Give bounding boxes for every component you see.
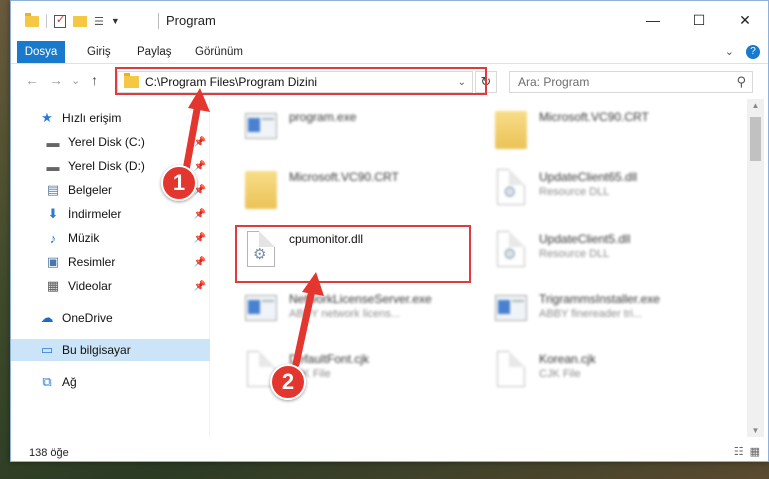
sidebar-item-pictures[interactable]: ▣ Resimler 📌 (11, 251, 210, 273)
list-item[interactable]: Microsoft.VC90.CRT (241, 167, 481, 225)
dll-icon: ⚙ (491, 167, 531, 215)
window-title: Program (166, 13, 216, 28)
sidebar-item-downloads[interactable]: ⬇ İndirmeler 📌 (11, 203, 210, 225)
pin-icon[interactable]: 📌 (194, 257, 206, 268)
item-count: 138 öğe (29, 447, 69, 459)
details-view-icon[interactable]: ☷ (734, 445, 744, 458)
pin-icon[interactable]: 📌 (194, 161, 206, 172)
pin-icon[interactable]: 📌 (194, 233, 206, 244)
sidebar-item-network[interactable]: ⧉ Ağ (11, 371, 210, 393)
explorer-window: ☰ ▼ Program — ☐ ✕ Dosya Giriş Paylaş Gör… (10, 0, 769, 462)
list-item[interactable]: ⚙ UpdateClient5.dll Resource DLL (491, 229, 731, 287)
exe-settings-icon (241, 107, 281, 155)
pin-icon[interactable]: 📌 (194, 281, 206, 292)
documents-icon: ▤ (46, 182, 60, 197)
file-icon (491, 349, 531, 397)
tab-share[interactable]: Paylaş (127, 41, 182, 63)
sidebar-item-label: Hızlı erişim (62, 111, 122, 125)
close-button[interactable]: ✕ (722, 1, 768, 39)
properties-icon[interactable] (54, 13, 66, 28)
pin-icon[interactable]: 📌 (194, 137, 206, 148)
list-item[interactable]: Korean.cjk CJK File (491, 349, 731, 407)
view-icon[interactable]: ☰ (94, 15, 104, 28)
new-folder-icon[interactable] (73, 15, 87, 27)
list-item[interactable]: NetworkLicenseServer.exe ABBY network li… (241, 289, 481, 347)
videos-icon: ▦ (46, 278, 60, 293)
status-bar: 138 öğe ☷ ▦ (11, 441, 768, 463)
ribbon-tabs: Dosya Giriş Paylaş Görünüm ⌄ ? (11, 39, 768, 64)
drive-icon: ▬ (46, 134, 60, 150)
sidebar-item-videos[interactable]: ▦ Videolar 📌 (11, 275, 210, 297)
sidebar-item-label: Bu bilgisayar (62, 343, 131, 357)
address-highlight-box (115, 67, 487, 95)
folder-icon (491, 107, 531, 155)
dll-icon: ⚙ (491, 229, 531, 277)
scroll-down-icon[interactable]: ▼ (747, 426, 764, 435)
step-badge-2: 2 (270, 364, 306, 400)
divider (46, 14, 47, 28)
back-button[interactable]: ← (25, 72, 39, 88)
pin-icon[interactable]: 📌 (194, 209, 206, 220)
list-item[interactable]: program.exe (241, 107, 481, 165)
search-input[interactable] (510, 72, 710, 92)
tab-home[interactable]: Giriş (77, 41, 121, 63)
scrollbar-thumb[interactable] (750, 117, 761, 161)
navigation-pane: ★ Hızlı erişim ▬ Yerel Disk (C:) 📌 ▬ Yer… (11, 99, 210, 437)
scroll-up-icon[interactable]: ▲ (747, 101, 764, 110)
computer-icon: ▭ (40, 342, 54, 357)
music-icon: ♪ (49, 230, 57, 246)
sidebar-item-label: Videolar (68, 279, 112, 293)
sidebar-item-label: OneDrive (62, 311, 113, 325)
sidebar-item-label: Resimler (68, 255, 116, 269)
cloud-icon: ☁ (40, 310, 54, 325)
pictures-icon: ▣ (46, 254, 60, 269)
chevron-down-icon[interactable]: ▼ (111, 16, 120, 26)
sidebar-item-music[interactable]: ♪ Müzik 📌 (11, 227, 210, 249)
vertical-scrollbar[interactable]: ▲ ▼ (747, 99, 764, 437)
sidebar-item-onedrive[interactable]: ☁ OneDrive (11, 307, 210, 329)
minimize-button[interactable]: — (630, 1, 676, 39)
star-icon: ★ (41, 110, 53, 125)
sidebar-item-quick-access[interactable]: ★ Hızlı erişim (11, 107, 210, 129)
maximize-button[interactable]: ☐ (676, 1, 722, 39)
list-item[interactable]: Microsoft.VC90.CRT (491, 107, 731, 165)
ribbon-help: ⌄ ? (725, 45, 760, 59)
up-button[interactable]: ↑ (91, 72, 98, 88)
tiles-view-icon[interactable]: ▦ (750, 445, 760, 458)
exe-icon (491, 289, 531, 337)
tab-file[interactable]: Dosya (17, 41, 65, 63)
drive-icon: ▬ (46, 158, 60, 174)
help-icon[interactable]: ? (746, 45, 760, 59)
sidebar-item-label: Yerel Disk (C:) (68, 135, 145, 149)
download-icon: ⬇ (47, 206, 59, 221)
quick-access-toolbar: ☰ ▼ (25, 12, 120, 28)
divider (158, 13, 159, 29)
folder-icon (25, 12, 39, 27)
sidebar-item-label: Ağ (62, 375, 77, 389)
window-controls: — ☐ ✕ (630, 1, 768, 39)
sidebar-item-this-pc[interactable]: ▭ Bu bilgisayar (11, 339, 210, 361)
tab-view[interactable]: Görünüm (185, 41, 253, 63)
sidebar-item-label: İndirmeler (68, 207, 122, 221)
chevron-down-icon[interactable]: ⌄ (725, 45, 734, 59)
search-icon[interactable]: ⚲ (736, 74, 746, 90)
step-badge-1: 1 (161, 165, 197, 201)
sidebar-item-local-disk-c[interactable]: ▬ Yerel Disk (C:) 📌 (11, 131, 210, 153)
sidebar-item-label: Müzik (68, 231, 100, 245)
recent-locations-button[interactable]: ⌄ (71, 74, 80, 87)
exe-icon (241, 289, 281, 337)
file-highlight-box (235, 225, 471, 283)
view-switcher: ☷ ▦ (734, 445, 760, 458)
list-item[interactable]: TrigrammsInstaller.exe ABBY finereader t… (491, 289, 731, 347)
network-icon: ⧉ (42, 374, 52, 389)
search-box[interactable]: ⚲ (509, 71, 753, 93)
list-item[interactable]: ⚙ UpdateClient65.dll Resource DLL (491, 167, 731, 225)
title-bar: ☰ ▼ Program — ☐ ✕ (11, 1, 768, 39)
forward-button[interactable]: → (49, 72, 63, 88)
folder-icon (241, 167, 281, 215)
sidebar-item-label: Belgeler (68, 183, 113, 197)
sidebar-item-label: Yerel Disk (D:) (68, 159, 145, 173)
